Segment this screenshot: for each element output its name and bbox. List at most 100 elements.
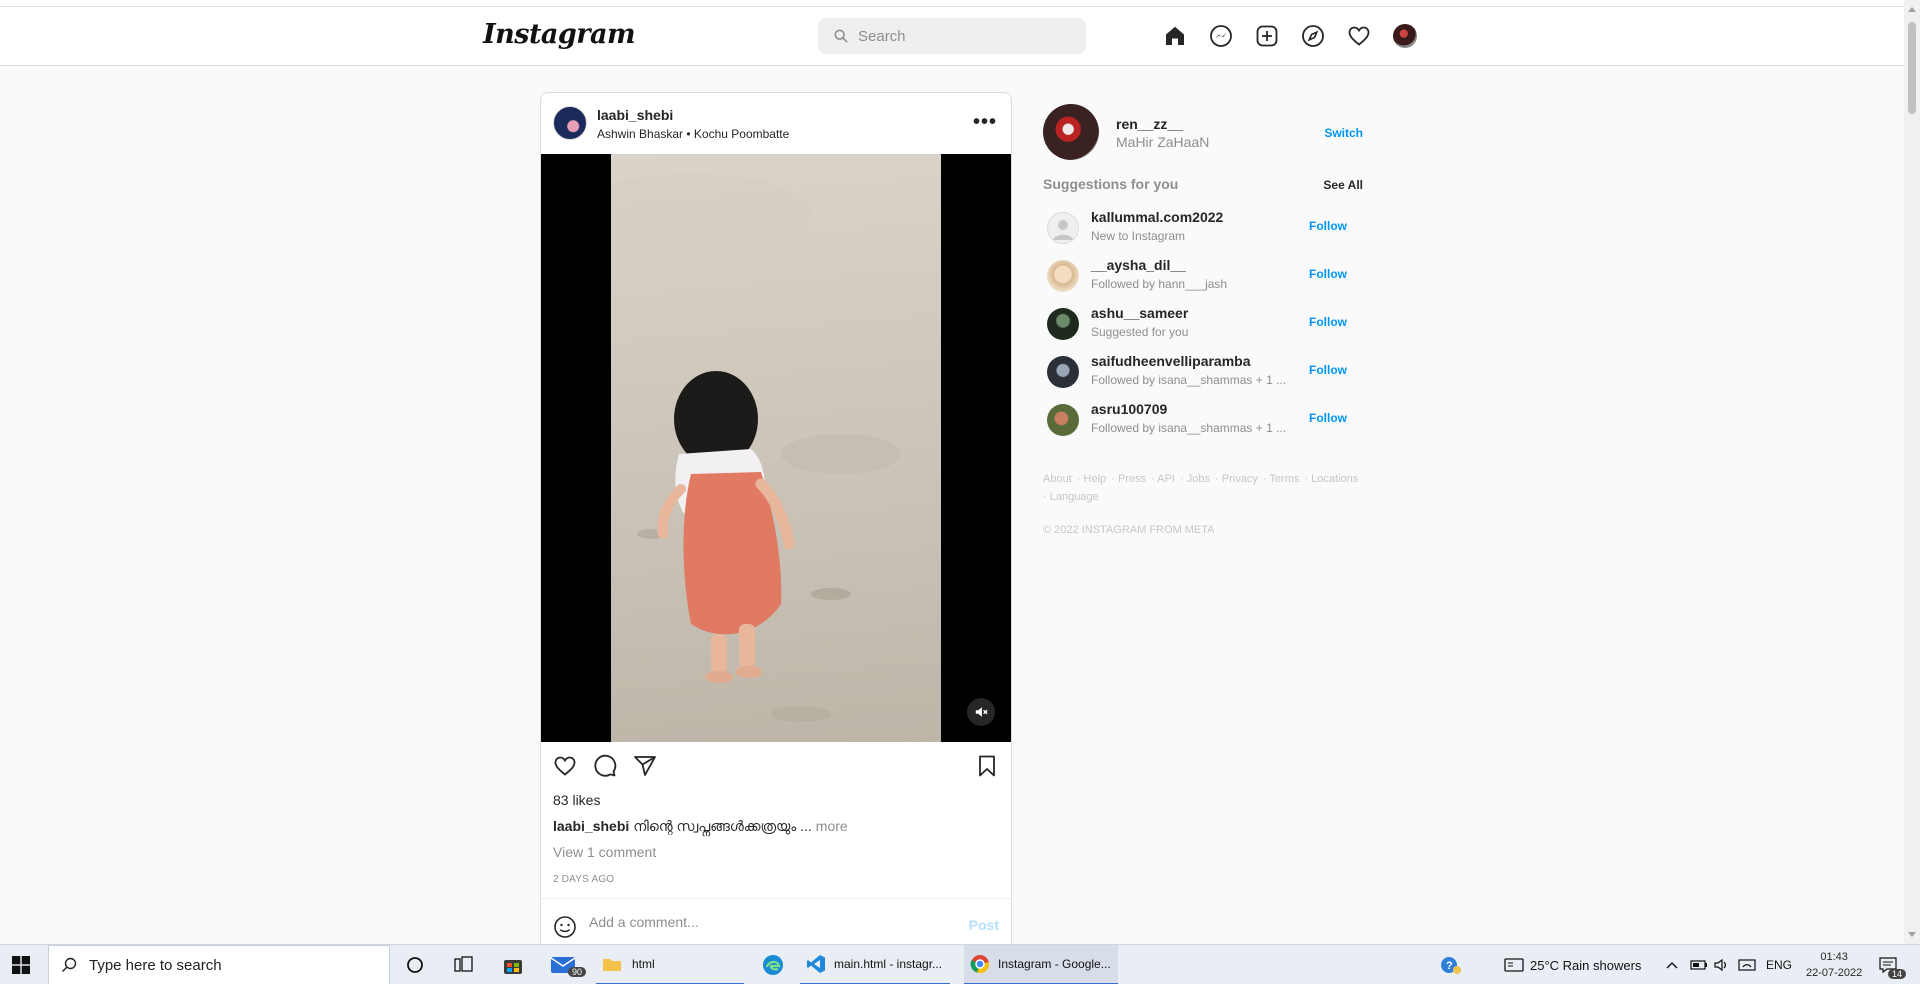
suggestion-item: saifudheenvelliparamba Followed by isana… xyxy=(1043,348,1363,396)
network-icon[interactable] xyxy=(1738,945,1756,984)
likes-count[interactable]: 83 likes xyxy=(553,792,600,808)
suggestion-avatar[interactable] xyxy=(1047,260,1079,292)
taskbar-search-input[interactable] xyxy=(89,956,288,974)
svg-text:?: ? xyxy=(1446,960,1453,972)
taskbar-app-chrome[interactable]: Instagram - Google... xyxy=(964,945,1118,984)
explore-icon[interactable] xyxy=(1301,24,1325,48)
suggestions-list: kallummal.com2022 New to Instagram Follo… xyxy=(1043,204,1363,444)
taskbar-app-explorer[interactable]: html xyxy=(596,945,744,984)
follow-button[interactable]: Follow xyxy=(1309,267,1347,281)
instagram-logo[interactable]: Instagram xyxy=(483,19,636,50)
heart-icon[interactable] xyxy=(1347,24,1371,48)
taskbar-app-vscode[interactable]: main.html - instagr... xyxy=(800,945,950,984)
suggestion-meta: Followed by isana__shammas + 1 ... xyxy=(1091,421,1287,435)
footer-link-help[interactable]: Help xyxy=(1084,473,1107,485)
scrollbar-thumb[interactable] xyxy=(1908,22,1916,114)
search-box[interactable] xyxy=(818,18,1086,54)
suggestion-avatar[interactable] xyxy=(1047,404,1079,436)
post-author-username[interactable]: laabi_shebi xyxy=(597,107,673,123)
scroll-up-arrow-icon[interactable] xyxy=(1908,7,1916,12)
folder-icon xyxy=(603,959,621,971)
post-author-avatar[interactable] xyxy=(553,106,587,140)
home-icon[interactable] xyxy=(1163,24,1187,48)
suggestion-avatar[interactable] xyxy=(1047,356,1079,388)
footer-link-press[interactable]: Press xyxy=(1118,473,1146,485)
current-user-avatar[interactable] xyxy=(1043,104,1099,160)
tray-chevron-up-icon[interactable] xyxy=(1666,945,1678,984)
footer-link-jobs[interactable]: Jobs xyxy=(1187,473,1210,485)
volume-icon[interactable] xyxy=(1714,945,1730,984)
emoji-icon[interactable] xyxy=(553,915,577,944)
post-video[interactable] xyxy=(541,154,1011,742)
view-comments-link[interactable]: View 1 comment xyxy=(553,844,656,860)
caption-more-link[interactable]: more xyxy=(816,818,848,834)
post-audio-credit[interactable]: Ashwin Bhaskar • Kochu Poombatte xyxy=(597,127,789,141)
suggestion-username[interactable]: asru100709 xyxy=(1091,401,1167,417)
current-user-username[interactable]: ren__zz__ xyxy=(1116,116,1183,132)
video-frame xyxy=(611,154,941,742)
switch-account-button[interactable]: Switch xyxy=(1324,126,1363,140)
footer-link-about[interactable]: About xyxy=(1043,473,1072,485)
messenger-icon[interactable] xyxy=(1209,24,1233,48)
footer-link-privacy[interactable]: Privacy xyxy=(1222,473,1258,485)
suggestion-meta: Followed by hann___jash xyxy=(1091,277,1228,291)
suggestion-avatar[interactable] xyxy=(1047,212,1079,244)
follow-button[interactable]: Follow xyxy=(1309,363,1347,377)
suggestion-username[interactable]: __aysha_dil__ xyxy=(1091,257,1186,273)
taskbar-search[interactable] xyxy=(48,945,390,984)
copyright: © 2022 INSTAGRAM FROM META xyxy=(1043,524,1215,536)
vscode-icon xyxy=(807,955,825,973)
footer-link-terms[interactable]: Terms xyxy=(1269,473,1299,485)
suggestion-meta: Followed by isana__shammas + 1 ... xyxy=(1091,373,1287,387)
top-navbar: Instagram xyxy=(0,7,1904,66)
store-icon[interactable] xyxy=(502,945,524,984)
weather-widget[interactable]: 25°C Rain showers xyxy=(1504,945,1641,984)
share-icon[interactable] xyxy=(633,754,657,783)
caption-text: നിന്റെ സ്വപ്നങ്ങൾക്കത്രയും ... xyxy=(633,818,812,834)
comment-input[interactable] xyxy=(589,914,929,930)
task-view-icon[interactable] xyxy=(454,945,474,984)
help-icon[interactable]: ? xyxy=(1440,945,1462,984)
comment-icon[interactable] xyxy=(593,754,617,783)
post-caption: laabi_shebi നിന്റെ സ്വപ്നങ്ങൾക്കത്രയും ..… xyxy=(553,818,848,835)
save-bookmark-icon[interactable] xyxy=(975,754,999,783)
suggestion-username[interactable]: ashu__sameer xyxy=(1091,305,1188,321)
suggestion-item: kallummal.com2022 New to Instagram Follo… xyxy=(1043,204,1363,252)
suggestion-item: asru100709 Followed by isana__shammas + … xyxy=(1043,396,1363,444)
windows-start-icon[interactable] xyxy=(12,945,30,984)
language-indicator[interactable]: ENG xyxy=(1766,945,1792,984)
follow-button[interactable]: Follow xyxy=(1309,219,1347,233)
like-icon[interactable] xyxy=(553,754,577,783)
footer-link-api[interactable]: API xyxy=(1157,473,1175,485)
battery-icon[interactable] xyxy=(1690,945,1708,984)
footer-link-locations[interactable]: Locations xyxy=(1311,473,1358,485)
chrome-icon xyxy=(970,955,990,974)
more-options-icon[interactable]: ••• xyxy=(973,111,997,134)
suggestion-avatar[interactable] xyxy=(1047,308,1079,340)
post-comment-button[interactable]: Post xyxy=(969,917,999,933)
profile-avatar[interactable] xyxy=(1393,24,1417,48)
page-scrollbar[interactable] xyxy=(1904,0,1920,944)
follow-button[interactable]: Follow xyxy=(1309,315,1347,329)
taskbar-app-chrome-label: Instagram - Google... xyxy=(998,957,1111,971)
feed-post: laabi_shebi Ashwin Bhaskar • Kochu Poomb… xyxy=(540,92,1012,952)
edge-icon[interactable] xyxy=(762,945,784,984)
mail-icon[interactable]: 90 xyxy=(550,945,587,984)
notification-icon[interactable]: 14 xyxy=(1878,945,1907,984)
search-input[interactable] xyxy=(858,27,1068,45)
scroll-down-arrow-icon[interactable] xyxy=(1908,932,1916,937)
footer-links: About · Help · Press · API · Jobs · Priv… xyxy=(1043,473,1359,503)
suggestion-username[interactable]: kallummal.com2022 xyxy=(1091,209,1223,225)
mail-badge: 90 xyxy=(568,967,587,977)
muted-audio-icon[interactable] xyxy=(967,698,995,726)
footer-link-language[interactable]: Language xyxy=(1050,491,1099,503)
new-post-icon[interactable] xyxy=(1255,24,1279,48)
see-all-link[interactable]: See All xyxy=(1323,178,1363,192)
cortana-icon[interactable] xyxy=(406,945,424,984)
taskbar-search-icon xyxy=(62,957,77,972)
follow-button[interactable]: Follow xyxy=(1309,411,1347,425)
caption-username[interactable]: laabi_shebi xyxy=(553,818,629,834)
system-clock[interactable]: 01:43 22-07-2022 xyxy=(1806,949,1862,981)
post-timestamp[interactable]: 2 DAYS AGO xyxy=(553,874,614,885)
suggestion-username[interactable]: saifudheenvelliparamba xyxy=(1091,353,1251,369)
